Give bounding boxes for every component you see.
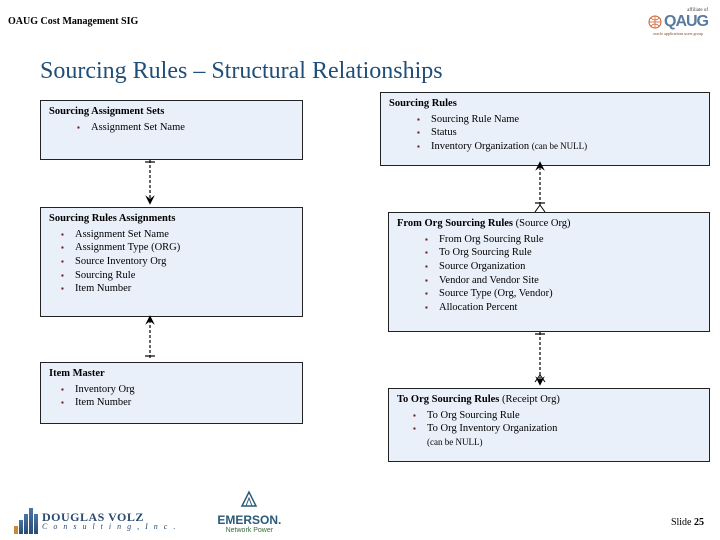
- box-item-master: Item Master Inventory Org Item Number: [40, 362, 303, 424]
- box-title: Sourcing Assignment Sets: [49, 105, 294, 119]
- list-item: Vendor and Vendor Site: [437, 274, 701, 288]
- list-item: To Org Sourcing Rule: [437, 246, 701, 260]
- emerson-sub: Network Power: [217, 527, 281, 534]
- box-title: Item Master: [49, 367, 294, 381]
- page-title: Sourcing Rules – Structural Relationship…: [40, 58, 443, 85]
- box-sourcing-rules: Sourcing Rules Sourcing Rule Name Status…: [380, 92, 710, 166]
- emerson-text: EMERSON.: [217, 513, 281, 527]
- emerson-icon: [238, 488, 260, 508]
- list-item: Inventory Organization (can be NULL): [429, 140, 701, 154]
- box-title: Sourcing Rules: [389, 97, 701, 111]
- douglas-volz-logo: DOUGLAS VOLZ C o n s u l t i n g , I n c…: [14, 508, 177, 534]
- slide-number: Slide 25: [671, 517, 704, 528]
- list-item: Sourcing Rule: [73, 269, 294, 283]
- box-title: To Org Sourcing Rules (Receipt Org): [397, 393, 701, 407]
- box-title: From Org Sourcing Rules (Source Org): [397, 217, 701, 231]
- globe-icon: [648, 13, 662, 31]
- list-item: Source Type (Org, Vendor): [437, 287, 701, 301]
- footer-logos: DOUGLAS VOLZ C o n s u l t i n g , I n c…: [14, 488, 281, 534]
- list-item: Source Inventory Org: [73, 255, 294, 269]
- list-item: Sourcing Rule Name: [429, 113, 701, 127]
- list-item: Assignment Set Name: [73, 228, 294, 242]
- box-sourcing-assignment-sets: Sourcing Assignment Sets Assignment Set …: [40, 100, 303, 160]
- list-item: To Org Inventory Organization(can be NUL…: [425, 422, 701, 449]
- list-item: Assignment Type (ORG): [73, 241, 294, 255]
- logo-subtext: oracle applications users group: [653, 31, 703, 36]
- list-item: To Org Sourcing Rule: [425, 409, 701, 423]
- emerson-logo: EMERSON. Network Power: [217, 488, 281, 534]
- box-title: Sourcing Rules Assignments: [49, 212, 294, 226]
- logo-box: QAUG: [648, 13, 708, 31]
- header-sig: OAUG Cost Management SIG: [8, 16, 712, 30]
- dv-sub: C o n s u l t i n g , I n c .: [42, 523, 177, 531]
- list-item: Allocation Percent: [437, 301, 701, 315]
- logo-text: QAUG: [664, 13, 708, 31]
- list-item: From Org Sourcing Rule: [437, 233, 701, 247]
- box-to-org-sourcing-rules: To Org Sourcing Rules (Receipt Org) To O…: [388, 388, 710, 462]
- list-item: Inventory Org: [73, 383, 294, 397]
- list-item: Status: [429, 126, 701, 140]
- box-from-org-sourcing-rules: From Org Sourcing Rules (Source Org) Fro…: [388, 212, 710, 332]
- box-sourcing-rules-assignments: Sourcing Rules Assignments Assignment Se…: [40, 207, 303, 317]
- list-item: Source Organization: [437, 260, 701, 274]
- list-item: Item Number: [73, 282, 294, 296]
- list-item: Item Number: [73, 396, 294, 410]
- bars-icon: [14, 508, 38, 534]
- list-item: Assignment Set Name: [89, 121, 294, 135]
- header-logo: affiliate of QAUG oracle applications us…: [648, 8, 708, 36]
